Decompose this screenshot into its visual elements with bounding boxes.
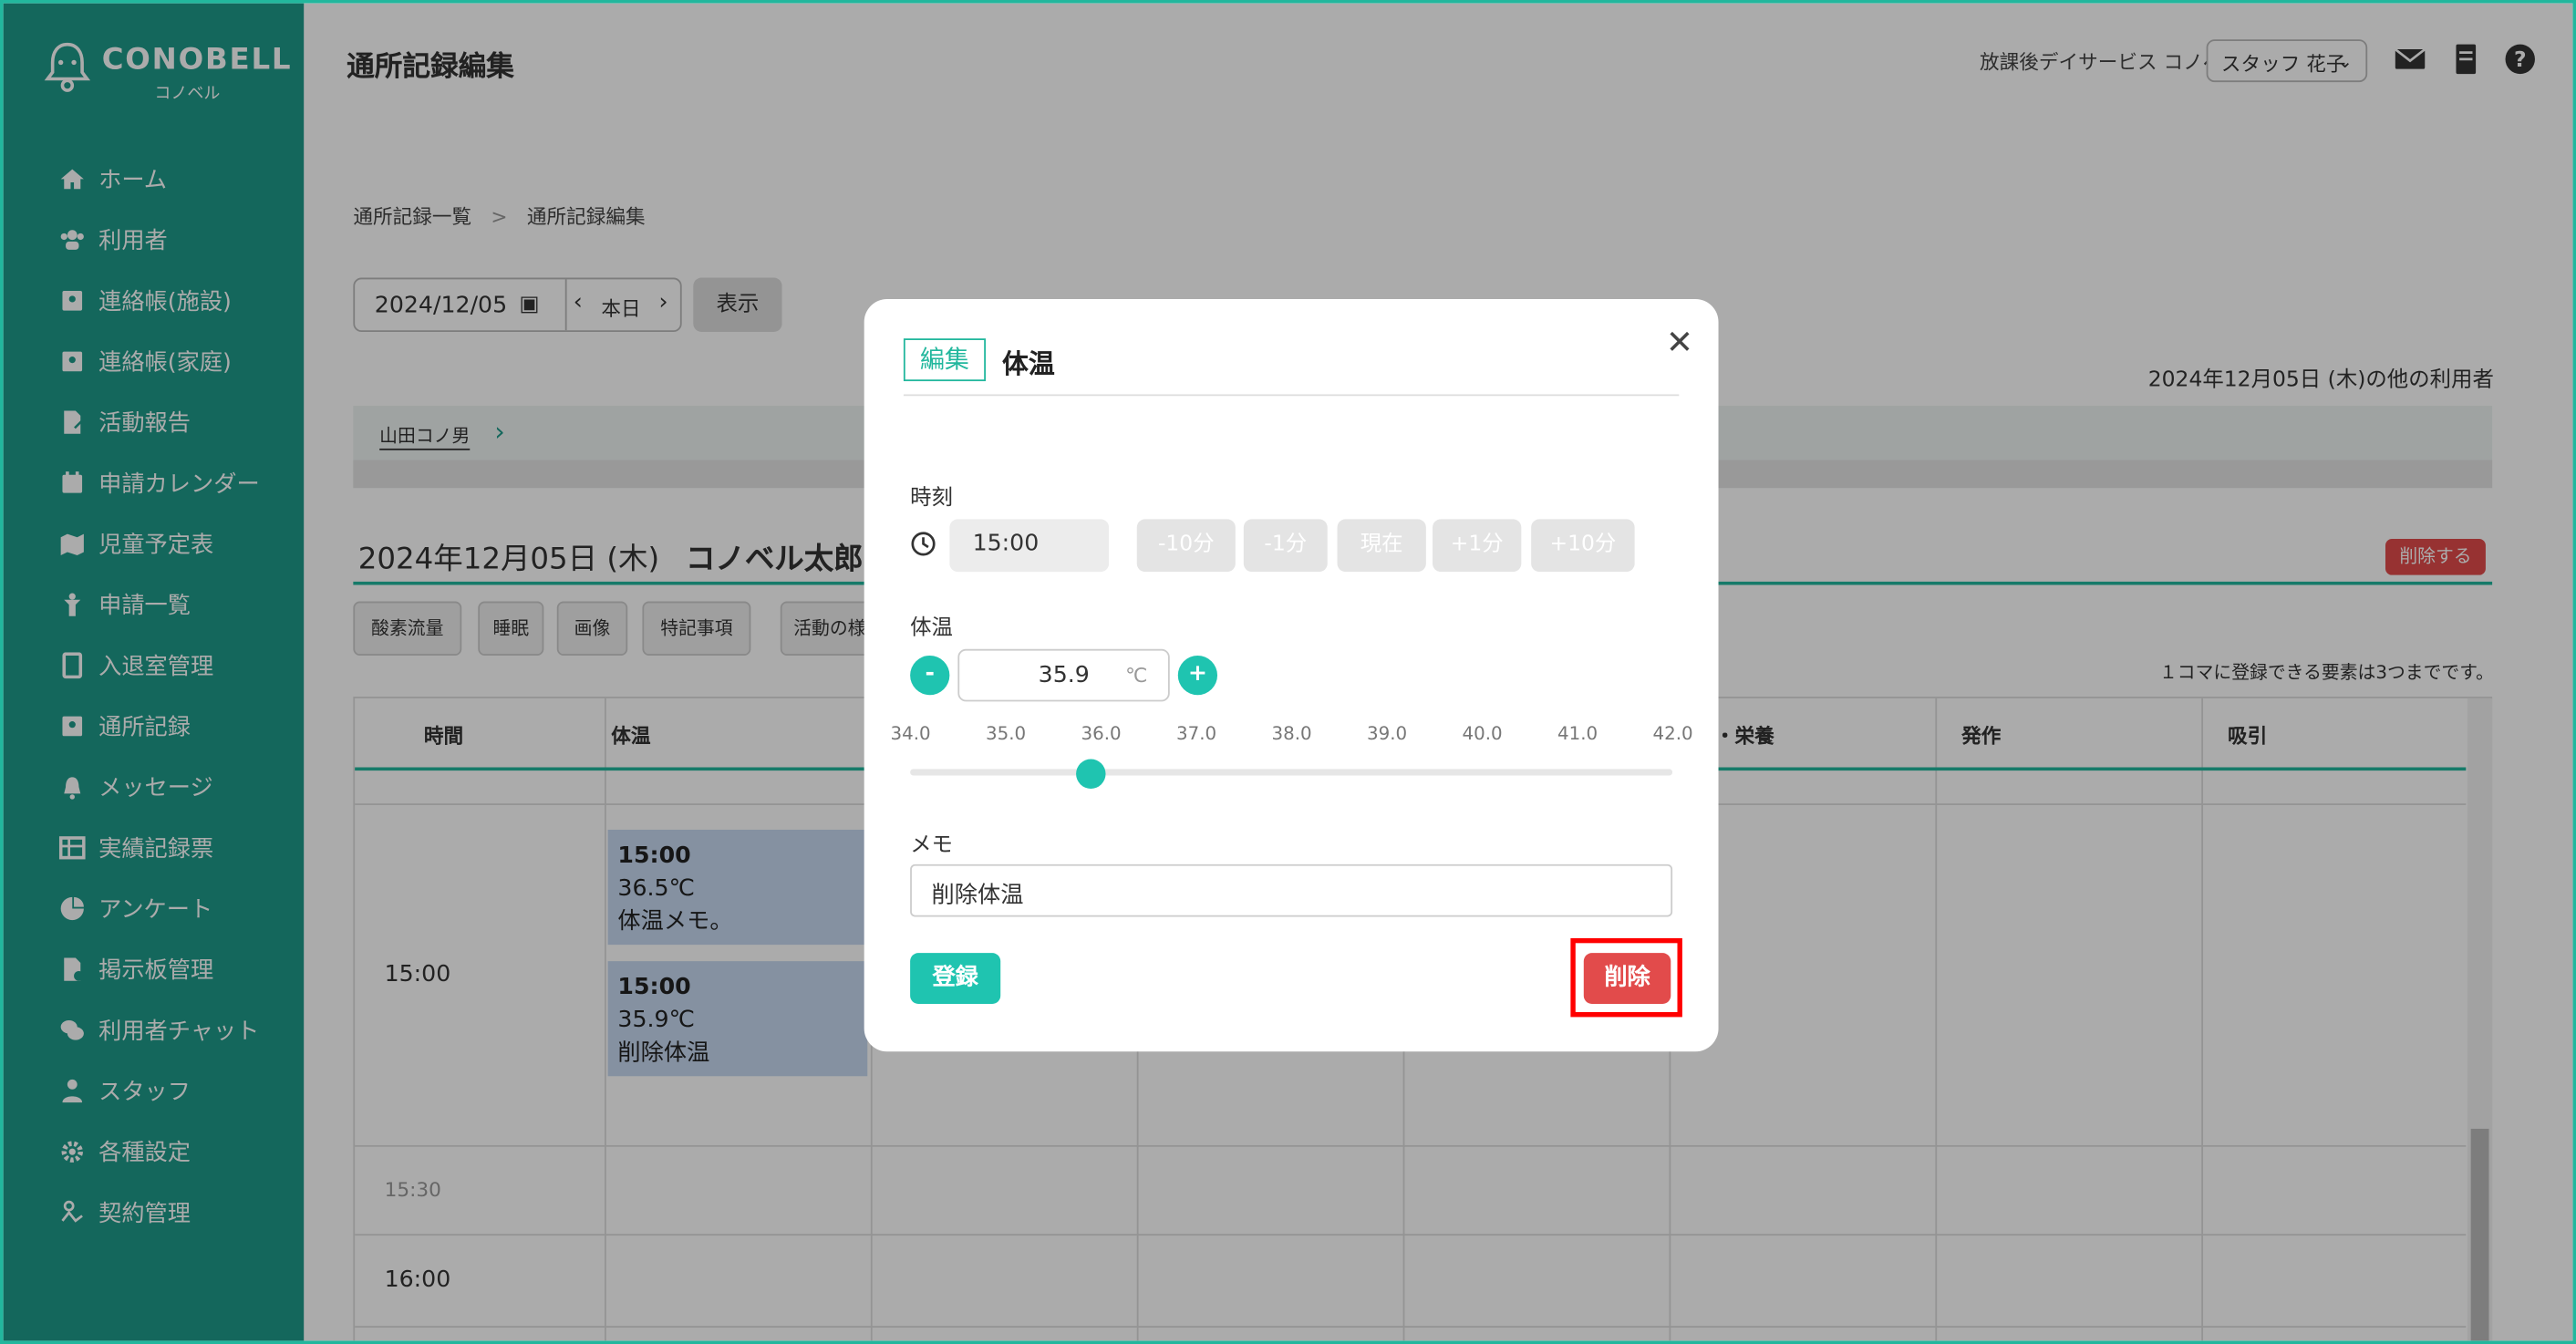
divider [903, 394, 1680, 397]
temperature-label: 体温 [910, 615, 953, 641]
temperature-value: 35.9 [1038, 662, 1090, 689]
plus-10min-button[interactable]: +10分 [1531, 519, 1635, 573]
slider-tick-label: 42.0 [1652, 722, 1693, 745]
slider-tick-label: 38.0 [1271, 722, 1312, 745]
clock-icon [911, 532, 936, 556]
temperature-input[interactable]: 35.9 ℃ [957, 648, 1170, 702]
increment-button[interactable]: + [1177, 655, 1218, 696]
modal-title: 体温 [1002, 348, 1055, 380]
minus-10min-button[interactable]: -10分 [1136, 519, 1236, 573]
plus-1min-button[interactable]: +1分 [1433, 519, 1522, 573]
temperature-unit: ℃ [1125, 663, 1148, 688]
slider-tick-label: 35.0 [985, 722, 1027, 745]
time-label: 時刻 [910, 486, 953, 512]
minus-1min-button[interactable]: -1分 [1243, 519, 1328, 573]
slider-tick-label: 40.0 [1462, 722, 1503, 745]
edit-temperature-modal: 編集 体温 ✕ 時刻 15:00 -10分 -1分 現在 +1分 +10分 体温… [864, 298, 1719, 1052]
time-input[interactable]: 15:00 [949, 519, 1110, 573]
app-window: CONOBELL コノベル ホーム 利用者 連絡帳(施設) 連絡帳(家庭) 活動… [0, 0, 2576, 1344]
memo-input[interactable]: 削除体温 [910, 863, 1673, 917]
mode-badge: 編集 [903, 338, 986, 382]
close-icon[interactable]: ✕ [1666, 322, 1693, 361]
memo-label: メモ [910, 832, 953, 858]
slider-tick-label: 41.0 [1557, 722, 1598, 745]
save-button[interactable]: 登録 [910, 953, 1001, 1004]
slider-tick-label: 34.0 [890, 722, 931, 745]
now-button[interactable]: 現在 [1337, 519, 1426, 573]
slider-tick-label: 39.0 [1366, 722, 1408, 745]
temperature-slider[interactable] [910, 769, 1673, 776]
slider-tick-label: 37.0 [1175, 722, 1217, 745]
decrement-button[interactable]: - [910, 655, 950, 696]
slider-tick-label: 36.0 [1081, 722, 1122, 745]
delete-button[interactable]: 削除 [1583, 953, 1671, 1004]
slider-handle[interactable] [1076, 759, 1106, 789]
